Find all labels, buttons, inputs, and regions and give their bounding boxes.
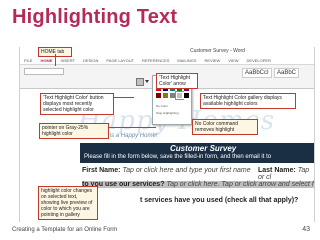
tab-design[interactable]: DESIGN — [83, 57, 98, 64]
style-normal[interactable]: AaBbCcI — [242, 68, 272, 78]
footer-text: Creating a Template for an Online Form — [12, 227, 118, 233]
tab-page-layout[interactable]: PAGE LAYOUT — [106, 57, 134, 64]
leader-pointer — [109, 127, 156, 128]
first-name-label: First Name: — [82, 167, 121, 174]
slide-title: Highlighting Text — [12, 6, 178, 28]
tab-home[interactable]: HOME — [40, 57, 52, 64]
style-heading[interactable]: AaBbC — [274, 68, 300, 78]
font-name-box[interactable] — [24, 68, 64, 75]
first-name-row[interactable]: First Name: Tap or click here and type y… — [82, 167, 251, 174]
stop-highlighting-command[interactable]: Stop Highlighting — [156, 111, 190, 115]
services-hint[interactable]: Tap or click here. Tap or click arrow an… — [166, 181, 313, 188]
last-name-row[interactable]: Last Name: Tap or cl — [258, 167, 314, 181]
callout-live-preview: highlight color changes on selected text… — [38, 186, 98, 220]
callout-no-color: No Color command removes highlight — [192, 119, 258, 135]
survey-instructions: Please fill in the form below, save the … — [84, 154, 272, 160]
callout-gallery: Text Highlight Color gallery displays av… — [200, 93, 296, 109]
swatch-gray-50[interactable] — [169, 92, 176, 99]
services-used-label: t services have you used (check all that… — [140, 197, 299, 204]
last-name-label: Last Name: — [258, 167, 296, 174]
window-title: Customer Survey - Word — [190, 48, 245, 54]
ribbon-tabs: FILE HOME INSERT DESIGN PAGE LAYOUT REFE… — [20, 57, 314, 65]
survey-banner: Customer Survey Please fill in the form … — [80, 143, 314, 163]
leader-home-tab — [55, 54, 56, 66]
services-row[interactable]: to you use our services? Tap or click he… — [82, 181, 314, 188]
tab-view[interactable]: VIEW — [228, 57, 238, 64]
tab-file[interactable]: FILE — [24, 57, 32, 64]
highlight-arrow-icon[interactable] — [145, 80, 149, 83]
swatch-gray-25[interactable] — [175, 91, 184, 100]
no-color-command[interactable]: No Color — [156, 104, 190, 108]
tab-references[interactable]: REFERENCES — [142, 57, 169, 64]
tab-mailings[interactable]: MAILINGS — [177, 57, 196, 64]
survey-title: Customer Survey — [170, 144, 237, 153]
leader-button-recent — [114, 97, 134, 98]
page-number: 43 — [302, 226, 310, 233]
swatch-dark-red[interactable] — [155, 92, 162, 99]
tab-insert[interactable]: INSERT — [60, 57, 75, 64]
callout-pointer: pointer on Gray-25% highlight color — [39, 123, 109, 139]
services-used-row: t services have you used (check all that… — [140, 197, 298, 204]
swatch-dark-yellow[interactable] — [162, 92, 169, 99]
first-name-hint[interactable]: Tap or click here and type your first na… — [122, 167, 250, 174]
callout-button-recent: 'Text Highlight Color' button displays m… — [40, 93, 114, 115]
text-highlight-button[interactable] — [136, 78, 144, 86]
swatch-black[interactable] — [183, 92, 190, 99]
callout-highlight-arrow: 'Text Highlight Color' arrow — [156, 73, 198, 89]
tab-review[interactable]: REVIEW — [205, 57, 221, 64]
tab-developer[interactable]: DEVELOPER — [247, 57, 271, 64]
